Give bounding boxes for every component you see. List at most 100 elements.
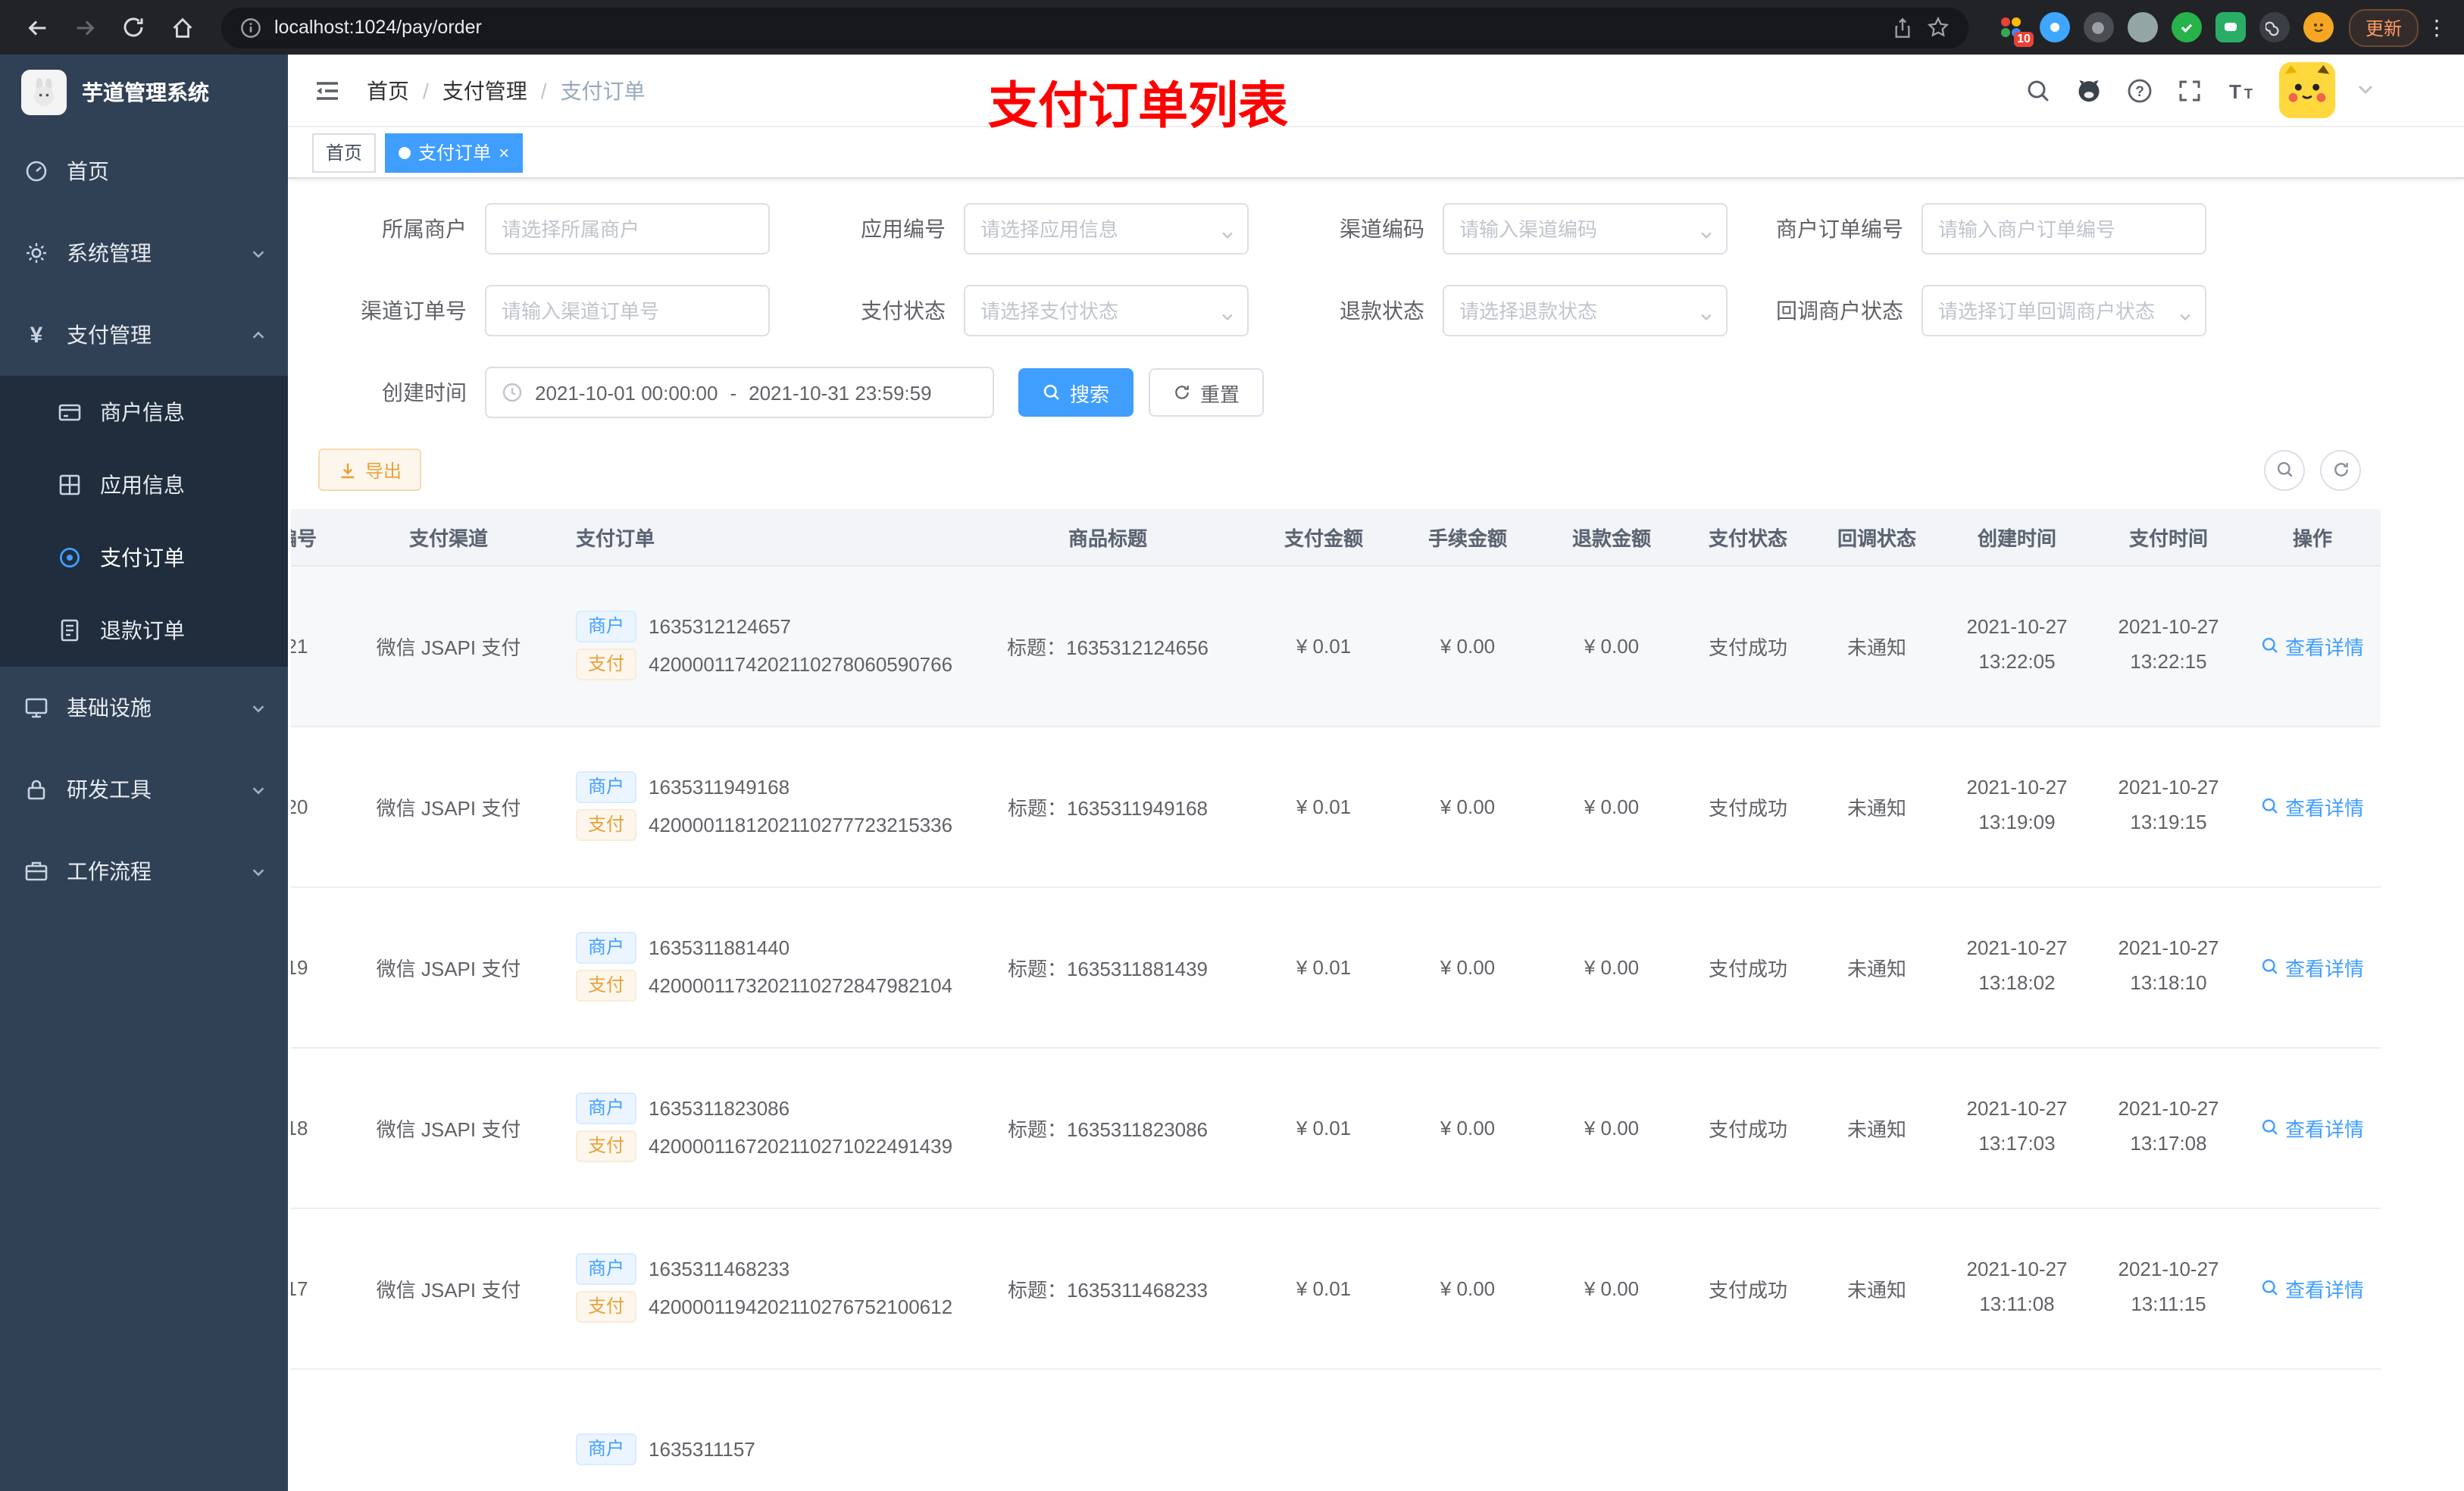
tab-home[interactable]: 首页	[312, 133, 377, 172]
font-size-icon[interactable]: TT	[2226, 77, 2256, 104]
fullscreen-icon[interactable]	[2176, 77, 2203, 104]
site-info-icon[interactable]	[239, 16, 262, 39]
date-end[interactable]: 2021-10-31 23:59:59	[749, 381, 931, 404]
sidebar-item-payment[interactable]: ¥ 支付管理	[0, 294, 288, 376]
breadcrumb-pay-mgmt[interactable]: 支付管理	[442, 75, 527, 105]
search-button[interactable]: 搜索	[1018, 368, 1134, 417]
refund-status-select[interactable]	[1443, 285, 1728, 336]
merchant-select[interactable]	[485, 203, 770, 255]
filter-label: 应用编号	[861, 217, 946, 241]
refund-amount: ¥ 0.00	[1540, 1208, 1684, 1369]
help-icon[interactable]: ?	[2126, 77, 2153, 104]
refresh-table-button[interactable]	[2320, 449, 2361, 490]
avatar[interactable]	[2279, 62, 2335, 118]
green-chat-icon[interactable]	[2215, 12, 2246, 42]
channel-order-no-input[interactable]	[485, 285, 770, 336]
knot-icon[interactable]	[2259, 12, 2290, 42]
browser-update-button[interactable]: 更新	[2348, 8, 2419, 46]
merchant-order-line: 商户 1635311881440	[576, 932, 958, 964]
merchant-order-line: 商户 1635311468233	[576, 1253, 958, 1285]
pay-channel: 微信 JSAPI 支付	[342, 886, 555, 1048]
merchant-order-no-input[interactable]	[1921, 203, 2206, 255]
create-time-cell: 2021-10-27 13:19:09	[1941, 726, 2093, 887]
pay-channel: 微信 JSAPI 支付	[342, 565, 555, 727]
merchant-tag: 商户	[576, 611, 637, 642]
merchant-order-no: 1635311823086	[649, 1097, 790, 1120]
export-button[interactable]: 导出	[318, 449, 422, 491]
blue-pin-icon[interactable]	[2039, 12, 2070, 42]
document-icon	[58, 618, 82, 642]
merchant-tag: 商户	[576, 771, 637, 803]
pay-tag: 支付	[576, 809, 637, 841]
home-icon[interactable]	[161, 6, 203, 48]
refresh-icon	[1173, 383, 1191, 402]
url-text[interactable]: localhost:1024/pay/order	[274, 17, 482, 38]
chevron-down-icon	[250, 863, 267, 880]
pay-amount	[1252, 1368, 1396, 1491]
merchant-order-line: 商户 1635311823086	[576, 1092, 958, 1124]
sidebar-fold-icon[interactable]	[312, 75, 342, 105]
github-icon[interactable]	[2075, 76, 2103, 105]
view-detail-link[interactable]: 查看详情	[2261, 792, 2364, 821]
pay-order-cell: 商户 1635311881440 支付 42000011732021102728…	[555, 886, 964, 1048]
action-cell: 查看详情	[2244, 1047, 2381, 1208]
svg-text:?: ?	[2135, 83, 2144, 99]
search-icon[interactable]	[2025, 77, 2052, 104]
toggle-search-button[interactable]	[2264, 449, 2305, 490]
view-detail-link[interactable]: 查看详情	[2261, 952, 2364, 981]
sidebar-item-app-info[interactable]: 应用信息	[0, 449, 288, 521]
pay-tag: 支付	[576, 1130, 637, 1162]
green-check-icon[interactable]	[2171, 12, 2202, 42]
bookmark-star-icon[interactable]	[1926, 15, 1950, 39]
reset-button[interactable]: 重置	[1149, 368, 1265, 417]
view-detail-link[interactable]: 查看详情	[2261, 631, 2364, 660]
sidebar-item-refund-order[interactable]: 退款订单	[0, 594, 288, 667]
sidebar-item-dev-tools[interactable]: 研发工具	[0, 749, 288, 830]
date-range-picker[interactable]: 2021-10-01 00:00:00 - 2021-10-31 23:59:5…	[485, 367, 994, 418]
date-start[interactable]: 2021-10-01 00:00:00	[535, 381, 718, 404]
callback-status-select[interactable]	[1921, 285, 2206, 336]
magnifier-icon	[2261, 1279, 2279, 1297]
gray-extension-icon[interactable]	[2127, 12, 2158, 42]
channel-code-select[interactable]	[1443, 203, 1728, 255]
breadcrumb-home[interactable]: 首页	[367, 75, 409, 105]
smiley-icon[interactable]	[2303, 12, 2334, 42]
merchant-tag: 商户	[576, 1433, 637, 1464]
logo[interactable]: 芋道管理系统	[0, 55, 288, 130]
share-icon[interactable]	[1891, 16, 1914, 39]
pay-time-cell	[2093, 1368, 2244, 1491]
app-select[interactable]	[964, 203, 1249, 255]
merchant-tag: 商户	[576, 932, 637, 964]
filter-pay-status: 支付状态	[797, 285, 1276, 336]
sidebar-item-workflow[interactable]: 工作流程	[0, 830, 288, 912]
col-id: 编号	[291, 509, 342, 566]
palette-grid-icon[interactable]: 10	[1996, 12, 2034, 47]
sidebar-item-home[interactable]: 首页	[0, 130, 288, 212]
sidebar-item-label: 支付订单	[100, 545, 185, 570]
chevron-down-icon	[1699, 305, 1714, 332]
tab-pay-order[interactable]: 支付订单 ×	[385, 133, 524, 172]
sidebar-item-merchant-info[interactable]: 商户信息	[0, 376, 288, 449]
view-detail-link[interactable]: 查看详情	[2261, 1274, 2364, 1302]
sidebar-item-pay-order[interactable]: 支付订单	[0, 521, 288, 594]
view-detail-link[interactable]: 查看详情	[2261, 1113, 2364, 1142]
sidebar-item-system[interactable]: 系统管理	[0, 212, 288, 294]
browser-menu-icon[interactable]: ⋮	[2425, 14, 2449, 40]
order-id: 19	[291, 886, 342, 1048]
sidebar-item-infrastructure[interactable]: 基础设施	[0, 667, 288, 749]
filter-label: 支付状态	[861, 299, 946, 323]
pay-status: 支付成功	[1684, 1047, 1812, 1208]
dark-extension-icon[interactable]	[2083, 12, 2114, 42]
close-icon[interactable]: ×	[499, 143, 509, 161]
pay-status-select[interactable]	[964, 285, 1249, 336]
pay-channel: 微信 JSAPI 支付	[342, 1047, 555, 1208]
reload-icon[interactable]	[112, 6, 155, 48]
pay-time-cell: 2021-10-27 13:22:15	[2093, 565, 2244, 727]
navbar: 首页 / 支付管理 / 支付订单 ? T T	[288, 55, 2464, 127]
back-icon[interactable]	[15, 6, 58, 48]
address-bar[interactable]: localhost:1024/pay/order	[221, 7, 1968, 48]
avatar-caret-icon[interactable]	[2358, 85, 2373, 95]
merchant-order-line: 商户 1635312124657	[576, 611, 958, 642]
product-title: 标题：1635311823086	[964, 1047, 1252, 1208]
forward-icon[interactable]	[64, 6, 106, 48]
